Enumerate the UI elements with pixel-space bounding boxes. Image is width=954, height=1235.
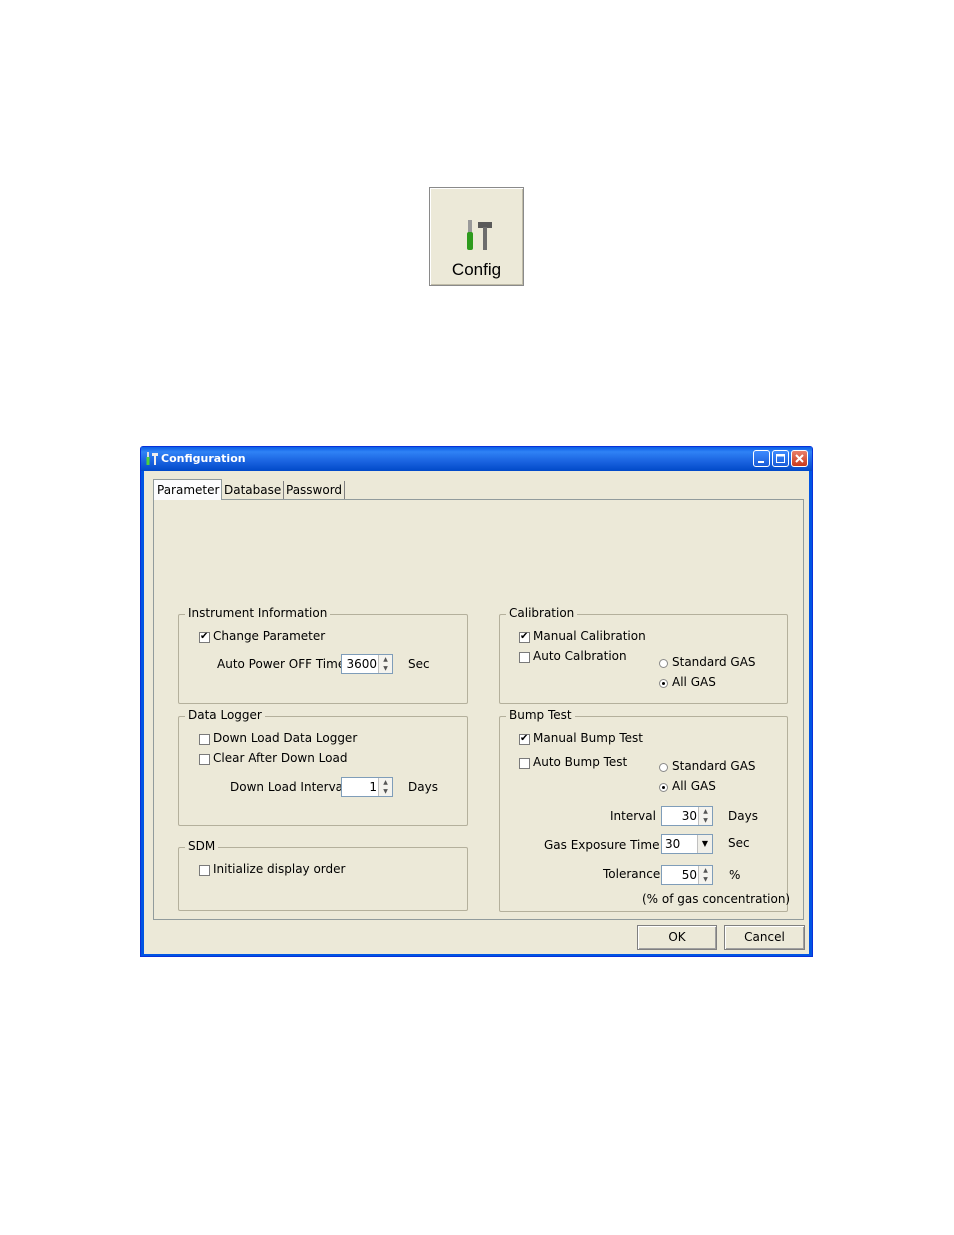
- tolerance-unit: %: [729, 868, 741, 882]
- calibration-standard-gas-radio[interactable]: [659, 659, 668, 668]
- gas-exposure-time-value: 30: [665, 837, 681, 851]
- download-data-logger-checkbox[interactable]: [199, 734, 210, 745]
- sdm-legend: SDM: [185, 839, 219, 853]
- configuration-window: Configuration Parameter Database Passwor…: [140, 446, 813, 957]
- ok-button[interactable]: OK: [637, 925, 717, 950]
- auto-bump-test-label: Auto Bump Test: [533, 755, 628, 769]
- close-icon: [795, 454, 804, 463]
- manual-bump-test-label: Manual Bump Test: [533, 731, 644, 745]
- clear-after-download-label: Clear After Down Load: [213, 751, 348, 765]
- gas-exposure-time-unit: Sec: [728, 836, 750, 850]
- spin-up-icon[interactable]: ▲: [379, 655, 392, 664]
- spin-down-icon[interactable]: ▼: [699, 875, 712, 884]
- minimize-icon: [758, 461, 764, 463]
- title-bar[interactable]: Configuration: [141, 447, 812, 471]
- clear-after-download-checkbox[interactable]: [199, 754, 210, 765]
- spin-up-icon[interactable]: ▲: [379, 778, 392, 787]
- bump-interval-value: 30: [681, 809, 697, 823]
- tolerance-spinner[interactable]: 50 ▲ ▼: [661, 865, 713, 885]
- instrument-information-legend: Instrument Information: [185, 606, 331, 620]
- maximize-icon: [776, 454, 785, 463]
- tolerance-label: Tolerance: [603, 867, 661, 881]
- tab-password[interactable]: Password: [283, 481, 346, 499]
- bump-test-legend: Bump Test: [506, 708, 575, 722]
- parameter-panel: Instrument Information Change Parameter …: [153, 499, 804, 920]
- change-parameter-label: Change Parameter: [213, 629, 326, 643]
- auto-calibration-checkbox[interactable]: [519, 652, 530, 663]
- tolerance-value: 50: [681, 868, 697, 882]
- download-interval-label: Down Load Interval: [230, 780, 347, 794]
- tab-database[interactable]: Database: [221, 481, 285, 499]
- manual-bump-test-checkbox[interactable]: [519, 732, 530, 746]
- auto-power-unit: Sec: [408, 657, 430, 671]
- bump-interval-label: Interval: [610, 809, 656, 823]
- minimize-button[interactable]: [753, 450, 770, 467]
- chevron-down-icon[interactable]: ▼: [697, 835, 712, 853]
- cancel-button[interactable]: Cancel: [724, 925, 805, 950]
- spin-up-icon[interactable]: ▲: [699, 807, 712, 816]
- calibration-all-gas-label: All GAS: [672, 675, 716, 689]
- gas-exposure-time-label: Gas Exposure Time: [544, 838, 660, 852]
- bump-all-gas-label: All GAS: [672, 779, 716, 793]
- window-title: Configuration: [161, 452, 246, 465]
- bump-all-gas-radio[interactable]: [659, 783, 668, 792]
- spin-down-icon[interactable]: ▼: [699, 816, 712, 825]
- config-button[interactable]: Config: [429, 187, 524, 286]
- initialize-display-order-label: Initialize display order: [213, 862, 346, 876]
- config-button-label: Config: [451, 260, 502, 279]
- auto-power-label: Auto Power OFF Time: [217, 657, 346, 671]
- calibration-group: Calibration Manual Calibration Auto Calb…: [499, 606, 788, 704]
- manual-calibration-checkbox[interactable]: [519, 630, 530, 644]
- auto-power-spinner[interactable]: 3600 ▲ ▼: [341, 654, 393, 674]
- window-client-area: Parameter Database Password Instrument I…: [144, 471, 809, 954]
- sdm-group: SDM Initialize display order: [178, 839, 468, 911]
- instrument-information-group: Instrument Information Change Parameter …: [178, 606, 468, 704]
- download-interval-value: 1: [369, 780, 377, 794]
- data-logger-group: Data Logger Down Load Data Logger Clear …: [178, 708, 468, 826]
- manual-calibration-label: Manual Calibration: [533, 629, 646, 643]
- spin-down-icon[interactable]: ▼: [379, 787, 392, 796]
- maximize-button[interactable]: [772, 450, 789, 467]
- initialize-display-order-checkbox[interactable]: [199, 865, 210, 876]
- download-interval-unit: Days: [408, 780, 438, 794]
- auto-power-value: 3600: [346, 657, 377, 671]
- calibration-legend: Calibration: [506, 606, 578, 620]
- spin-up-icon[interactable]: ▲: [699, 866, 712, 875]
- tools-icon: [146, 452, 158, 465]
- download-data-logger-label: Down Load Data Logger: [213, 731, 358, 745]
- bump-interval-spinner[interactable]: 30 ▲ ▼: [661, 806, 713, 826]
- tab-parameter[interactable]: Parameter: [153, 479, 223, 500]
- bump-standard-gas-radio[interactable]: [659, 763, 668, 772]
- bump-test-group: Bump Test Manual Bump Test Auto Bump Tes…: [499, 708, 791, 912]
- bump-standard-gas-label: Standard GAS: [672, 759, 756, 773]
- data-logger-legend: Data Logger: [185, 708, 265, 722]
- auto-bump-test-checkbox[interactable]: [519, 758, 530, 769]
- change-parameter-checkbox[interactable]: [199, 630, 210, 644]
- tolerance-note: (% of gas concentration): [642, 892, 791, 906]
- gas-exposure-time-select[interactable]: 30 ▼: [661, 834, 713, 854]
- bump-interval-unit: Days: [728, 809, 758, 823]
- calibration-all-gas-radio[interactable]: [659, 679, 668, 688]
- auto-calibration-label: Auto Calbration: [533, 649, 627, 663]
- close-button[interactable]: [791, 450, 808, 467]
- download-interval-spinner[interactable]: 1 ▲ ▼: [341, 777, 393, 797]
- tools-icon: [467, 220, 492, 250]
- calibration-standard-gas-label: Standard GAS: [672, 655, 756, 669]
- spin-down-icon[interactable]: ▼: [379, 664, 392, 673]
